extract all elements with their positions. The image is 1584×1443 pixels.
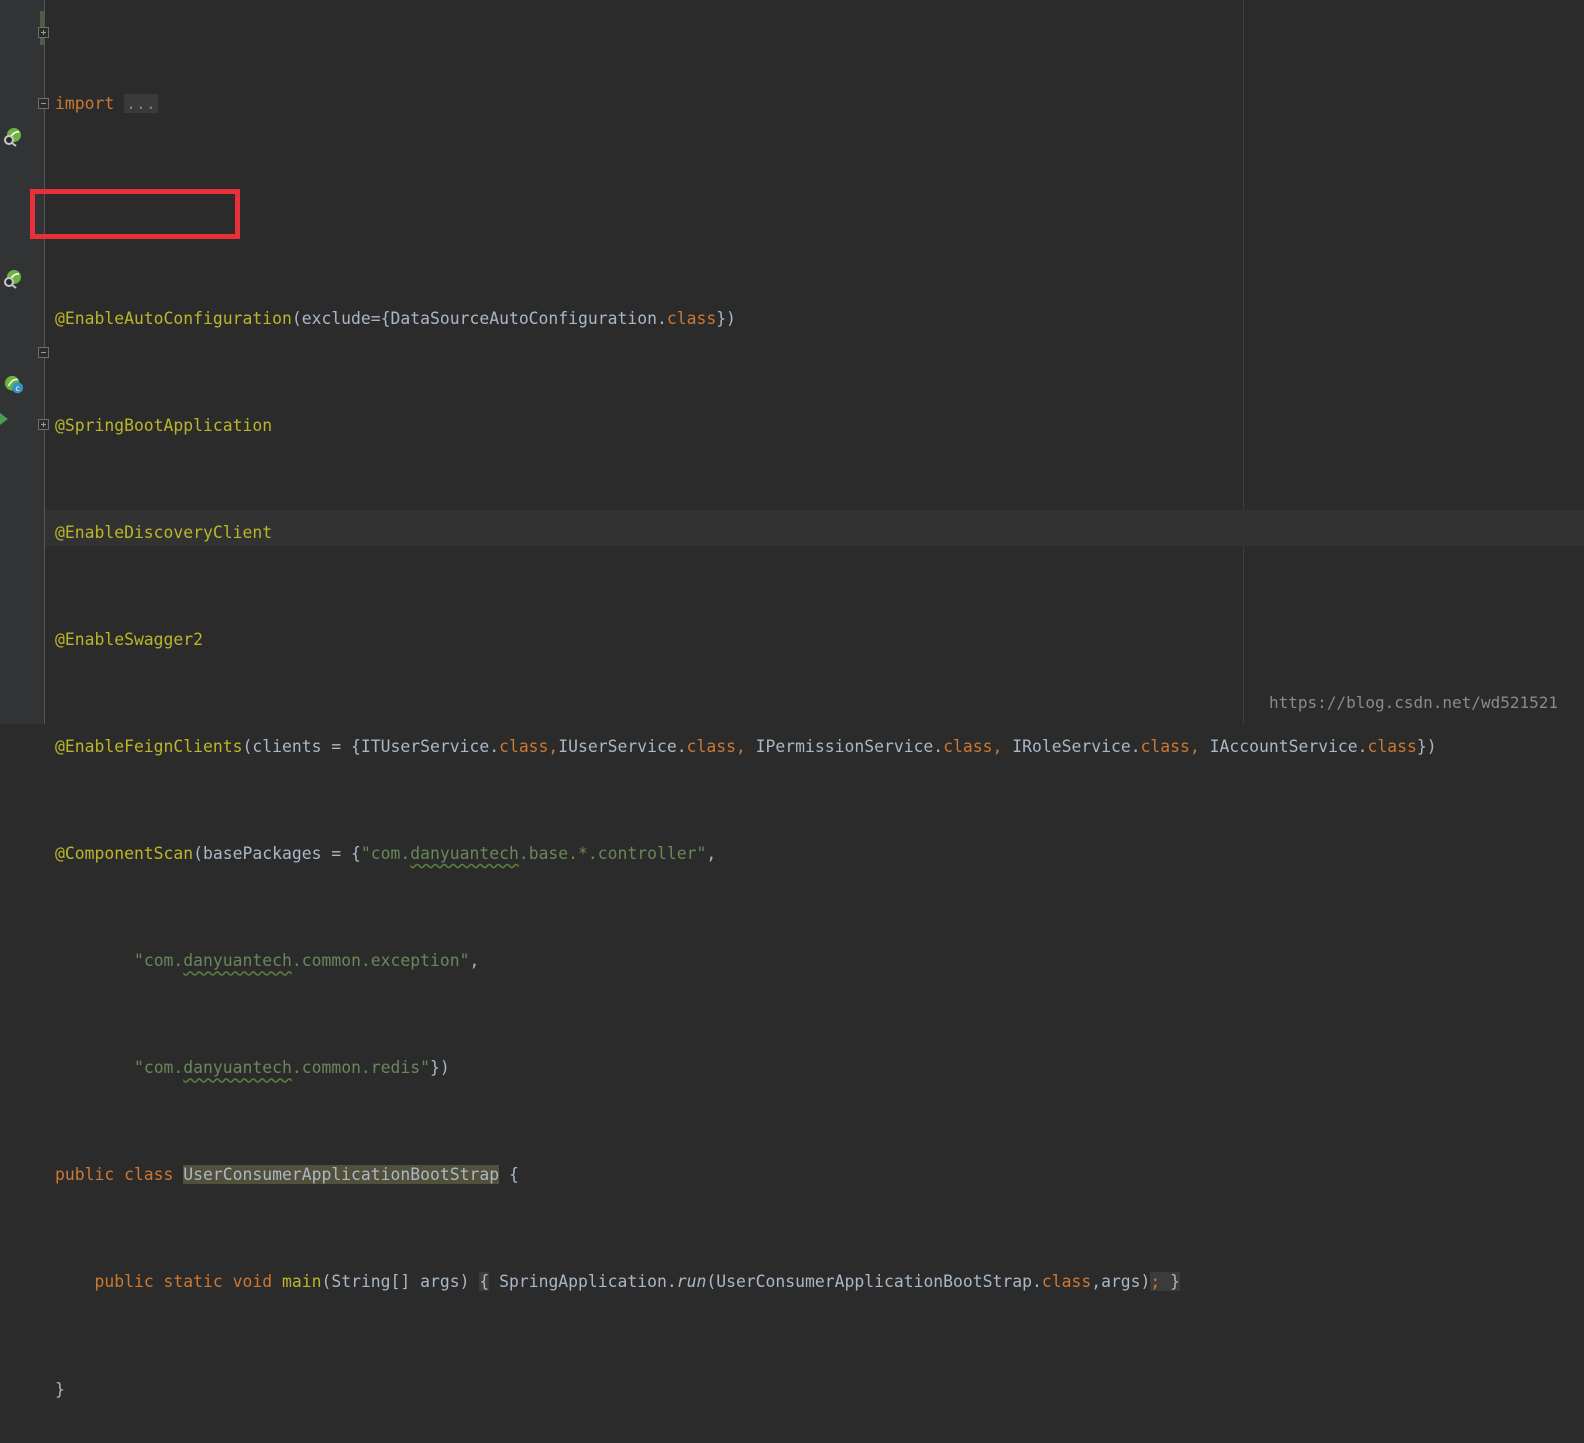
- folded-brace-close[interactable]: }: [1160, 1272, 1181, 1292]
- string-literal-typo: danyuantech: [183, 1058, 292, 1078]
- code-text: {: [499, 1165, 519, 1185]
- class-ref: IAccountService.: [1199, 736, 1368, 756]
- class-ref: IRoleService.: [1002, 736, 1141, 756]
- code-text: (basePackages = {: [193, 844, 361, 864]
- code-line-main-method: public static void main(String[] args) {…: [55, 1264, 1437, 1300]
- svg-text:c: c: [15, 383, 20, 393]
- method-name-main: main: [281, 1272, 322, 1292]
- code-line-swagger2: @EnableSwagger2: [55, 622, 1437, 658]
- code-line-scan-redis: "com.danyuantech.common.redis"}): [55, 1050, 1437, 1086]
- spring-class-icon[interactable]: c: [4, 375, 24, 395]
- class-ref: IPermissionService.: [745, 736, 944, 756]
- string-literal: .common.exception": [291, 951, 470, 971]
- keyword-class: class,: [499, 736, 559, 756]
- keyword-class: class,: [686, 736, 746, 756]
- code-line-component-scan: @ComponentScan(basePackages = {"com.dany…: [55, 836, 1437, 872]
- keyword-modifiers: public static void: [94, 1272, 282, 1292]
- folded-brace-open[interactable]: {: [479, 1272, 490, 1292]
- code-line-close-brace: }: [55, 1379, 65, 1399]
- code-text: SpringApplication.: [489, 1272, 677, 1292]
- annotation: @EnableFeignClients: [55, 736, 243, 756]
- keyword-class: class,: [943, 736, 1003, 756]
- fold-expand-icon[interactable]: [38, 27, 49, 38]
- string-literal: "com.: [133, 951, 184, 971]
- class-ref: IUserService.: [558, 736, 687, 756]
- code-text: (UserConsumerApplicationBootStrap.: [706, 1272, 1042, 1292]
- fold-collapse-icon[interactable]: [38, 98, 49, 109]
- string-literal-typo: danyuantech: [183, 951, 292, 971]
- code-line-feign-clients: @EnableFeignClients(clients = {ITUserSer…: [55, 729, 1437, 765]
- class-ref: ITUserService.: [360, 736, 500, 756]
- keyword-public-class: public class: [55, 1165, 184, 1185]
- annotation: @EnableDiscoveryClient: [55, 522, 273, 542]
- keyword-class: class: [1367, 736, 1417, 756]
- code-line-spring-boot-app: @SpringBootApplication: [55, 408, 1437, 444]
- class-name-highlight[interactable]: UserConsumerApplicationBootStrap: [183, 1165, 500, 1185]
- keyword-class: class,: [1140, 736, 1200, 756]
- fold-expand-icon[interactable]: [38, 419, 49, 430]
- code-line-scan-exception: "com.danyuantech.common.exception",: [55, 943, 1437, 979]
- code-line-class-decl: public class UserConsumerApplicationBoot…: [55, 1157, 1437, 1193]
- annotation-enable-swagger2: @EnableSwagger2: [55, 629, 204, 649]
- code-text: (clients = {: [242, 736, 361, 756]
- method-run: run: [676, 1272, 707, 1292]
- code-text: }): [430, 1058, 450, 1078]
- class-ref: DataSourceAutoConfiguration.: [390, 308, 667, 328]
- semicolon: ;: [1150, 1272, 1161, 1292]
- keyword-import: import: [55, 94, 115, 114]
- annotation: @SpringBootApplication: [55, 415, 273, 435]
- annotation: @ComponentScan: [55, 844, 194, 864]
- annotation: @EnableAutoConfiguration: [55, 308, 292, 328]
- code-area[interactable]: import ... @EnableAutoConfiguration(excl…: [55, 15, 1437, 1443]
- spring-bean-search-icon[interactable]: [2, 269, 22, 289]
- code-text: ,: [706, 844, 717, 864]
- string-literal: .base.*.controller": [518, 844, 707, 864]
- red-highlight-box: [30, 189, 240, 239]
- string-literal: .common.redis": [291, 1058, 431, 1078]
- spring-bean-search-icon[interactable]: [2, 127, 22, 147]
- fold-collapse-icon[interactable]: [38, 347, 49, 358]
- folded-imports[interactable]: ...: [124, 94, 158, 114]
- string-literal: "com.: [133, 1058, 184, 1078]
- keyword-class: class: [666, 308, 717, 328]
- code-text: ,args): [1091, 1272, 1151, 1292]
- string-literal-typo: danyuantech: [410, 844, 519, 864]
- string-literal: "com.: [360, 844, 411, 864]
- keyword-class: class: [1041, 1272, 1092, 1292]
- code-text: }): [1416, 736, 1437, 756]
- run-arrow-icon[interactable]: [0, 413, 8, 425]
- watermark-text: https://blog.csdn.net/wd521521: [1269, 693, 1558, 712]
- code-line-enable-auto-config: @EnableAutoConfiguration(exclude={DataSo…: [55, 301, 1437, 337]
- code-line-discovery-client: @EnableDiscoveryClient: [55, 515, 1437, 551]
- code-line-import: import ...: [55, 86, 1437, 122]
- code-text: }): [716, 308, 736, 328]
- code-text: (exclude={: [291, 308, 391, 328]
- code-text: ,: [469, 951, 480, 971]
- code-text: (String[] args): [321, 1272, 480, 1292]
